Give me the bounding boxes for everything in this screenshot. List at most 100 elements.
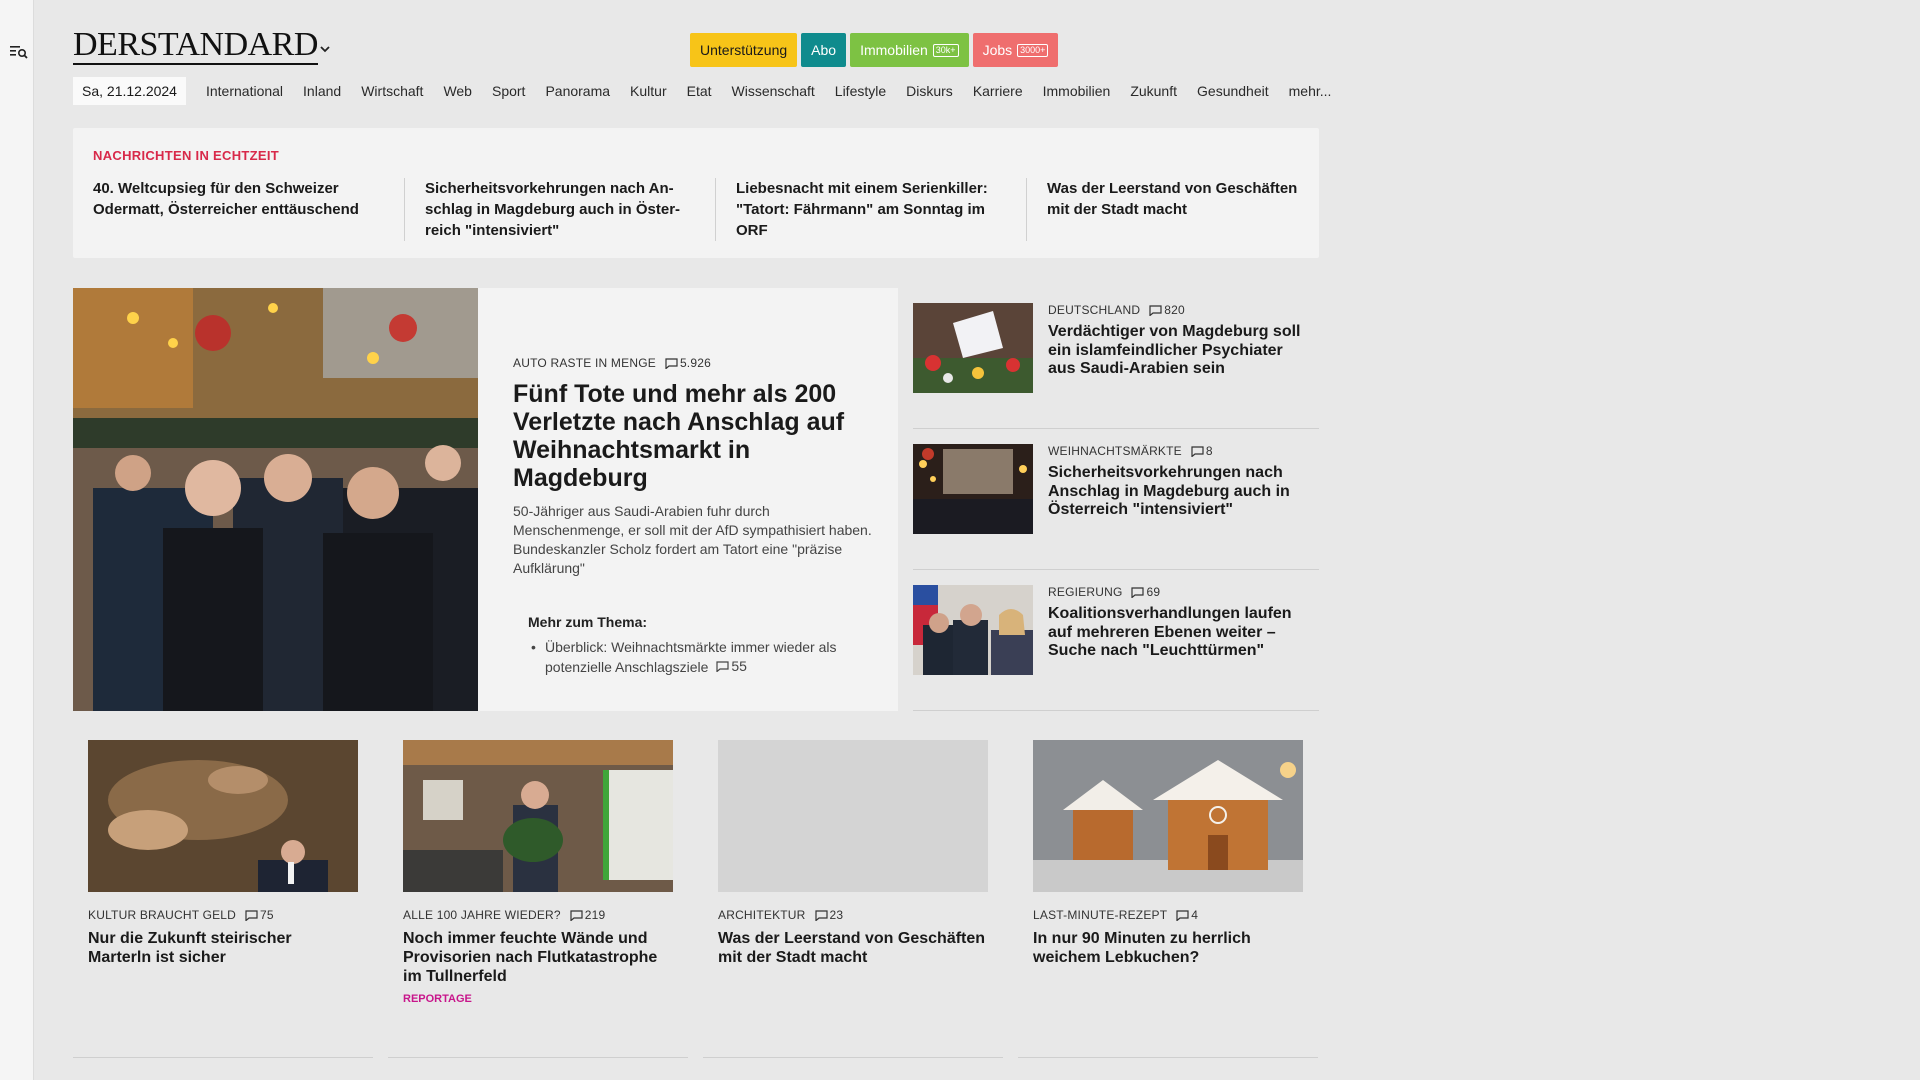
side-rail	[0, 0, 34, 1080]
comment-icon	[1131, 586, 1145, 598]
card-kicker: ARCHITEKTUR 23	[718, 908, 988, 922]
card-image[interactable]	[1033, 740, 1303, 892]
main-nav: Sa, 21.12.2024 International Inland Wirt…	[73, 77, 1341, 105]
nav-item-sport[interactable]: Sport	[482, 83, 535, 99]
card-kicker-text: ALLE 100 JAHRE WIEDER?	[403, 908, 561, 922]
ticker-item[interactable]: 40. Weltcupsieg für den Schweizer Oderma…	[93, 178, 404, 241]
comment-icon	[665, 357, 678, 369]
support-button[interactable]: Unterstützung	[690, 33, 798, 67]
side-story: DEUTSCHLAND 820 Verdächtiger von Magdebu…	[913, 288, 1319, 429]
lead-comment-count[interactable]: 5.926	[665, 356, 711, 370]
abo-button[interactable]: Abo	[801, 33, 847, 67]
comment-icon	[1149, 304, 1162, 316]
card-comment-count[interactable]: 4	[1176, 908, 1198, 922]
card-comment-count[interactable]: 75	[245, 908, 274, 922]
menu-search-icon[interactable]	[9, 43, 29, 61]
nav-item-web[interactable]: Web	[433, 83, 482, 99]
nav-item-diskurs[interactable]: Diskurs	[896, 83, 963, 99]
card-headline[interactable]: In nur 90 Minuten zu herrlich weichem Le…	[1033, 929, 1303, 967]
card-headline[interactable]: Noch immer feuchte Wände und Provisorien…	[403, 929, 673, 986]
jobs-label: Jobs	[982, 42, 1013, 58]
comment-count: 8	[1205, 444, 1213, 458]
side-comment-count[interactable]: 8	[1191, 444, 1213, 458]
nav-item-zukunft[interactable]: Zukunft	[1120, 83, 1187, 99]
ticker-item[interactable]: Liebesnacht mit einem Serienkiller: "Tat…	[715, 178, 1026, 241]
side-story-image[interactable]	[913, 303, 1033, 393]
comment-count: 4	[1191, 908, 1199, 922]
card-kicker-text: LAST-MINUTE-REZEPT	[1033, 908, 1168, 922]
nav-item-kultur[interactable]: Kultur	[620, 83, 677, 99]
side-headline[interactable]: Verdächtiger von Magdeburg soll ein isla…	[1048, 323, 1313, 379]
ticker-item[interactable]: Was der Leerstand von Geschäften mit der…	[1026, 178, 1337, 241]
nav-item-karriere[interactable]: Karriere	[963, 83, 1033, 99]
related-comment-count[interactable]: 55	[716, 657, 747, 676]
immobilien-button[interactable]: Immobilien 30k+	[850, 33, 969, 67]
comment-count: 75	[260, 908, 274, 922]
side-kicker: DEUTSCHLAND 820	[1048, 303, 1313, 317]
side-comment-count[interactable]: 820	[1149, 303, 1185, 317]
side-story: WEIHNACHTSMÄRKTE 8 Sicherheitsvorkehrung…	[913, 429, 1319, 570]
lead-image[interactable]	[73, 288, 478, 711]
nav-item-lifestyle[interactable]: Lifestyle	[825, 83, 896, 99]
nav-item-wissenschaft[interactable]: Wissenschaft	[722, 83, 825, 99]
divider	[73, 1057, 373, 1058]
divider	[703, 1057, 1003, 1058]
nav-date: Sa, 21.12.2024	[73, 77, 186, 105]
side-stories: DEUTSCHLAND 820 Verdächtiger von Magdebu…	[913, 288, 1319, 711]
card-comment-count[interactable]: 219	[570, 908, 606, 922]
side-headline[interactable]: Sicherheitsvorkehrungen nach Anschlag in…	[1048, 464, 1313, 520]
side-story-image[interactable]	[913, 444, 1033, 534]
comment-count: 5.926	[679, 356, 711, 370]
story-card: ALLE 100 JAHRE WIEDER? 219 Noch immer fe…	[403, 740, 673, 1005]
card-image[interactable]	[88, 740, 358, 892]
nav-item-wirtschaft[interactable]: Wirtschaft	[351, 83, 433, 99]
card-kicker: KULTUR BRAUCHT GELD 75	[88, 908, 358, 922]
card-kicker: LAST-MINUTE-REZEPT 4	[1033, 908, 1303, 922]
reportage-tag: REPORTAGE	[403, 993, 472, 1005]
card-image-placeholder[interactable]	[718, 740, 988, 892]
related-link-text: Überblick: Weihnachtsmärkte immer wieder…	[545, 639, 837, 675]
card-kicker-text: ARCHITEKTUR	[718, 908, 806, 922]
card-comment-count[interactable]: 23	[814, 908, 844, 922]
comment-count: 820	[1164, 303, 1185, 317]
lead-teaser: 50-Jähriger aus Saudi-Arabien fuhr durch…	[513, 503, 872, 576]
nav-item-international[interactable]: International	[196, 83, 293, 99]
nav-item-more[interactable]: mehr...	[1279, 83, 1342, 99]
chevron-down-icon[interactable]	[318, 44, 332, 54]
card-image[interactable]	[403, 740, 673, 892]
site-logo[interactable]: DERSTANDARD	[73, 28, 318, 65]
divider	[388, 1057, 688, 1058]
story-card: ARCHITEKTUR 23 Was der Leerstand von Ges…	[718, 740, 988, 1005]
jobs-badge: 3000+	[1017, 43, 1049, 57]
side-comment-count[interactable]: 69	[1131, 585, 1160, 599]
comment-icon	[1176, 909, 1189, 921]
side-story-image[interactable]	[913, 585, 1033, 675]
card-kicker: ALLE 100 JAHRE WIEDER? 219	[403, 908, 673, 922]
ticker-label: NACHRICHTEN IN ECHTZEIT	[93, 148, 280, 163]
nav-item-panorama[interactable]: Panorama	[535, 83, 620, 99]
comment-icon	[245, 909, 258, 921]
comment-icon	[1191, 445, 1204, 457]
immobilien-badge: 30k+	[932, 43, 959, 57]
story-card: LAST-MINUTE-REZEPT 4 In nur 90 Minuten z…	[1033, 740, 1303, 1005]
ticker-item[interactable]: Sicherheitsvorkehrungen nach An­schlag i…	[404, 178, 715, 241]
lead-headline[interactable]: Fünf Tote und mehr als 200 Verletzte nac…	[513, 380, 873, 492]
jobs-button[interactable]: Jobs 3000+	[972, 33, 1059, 67]
nav-item-etat[interactable]: Etat	[677, 83, 722, 99]
card-headline[interactable]: Was der Leerstand von Geschäften mit der…	[718, 929, 988, 967]
related-link[interactable]: Überblick: Weihnachtsmärkte immer wieder…	[531, 638, 873, 677]
side-kicker: WEIHNACHTSMÄRKTE 8	[1048, 444, 1313, 458]
story-grid: KULTUR BRAUCHT GELD 75 Nur die Zukunft s…	[88, 740, 1303, 1005]
nav-item-immobilien[interactable]: Immobilien	[1033, 83, 1121, 99]
comment-icon	[814, 909, 828, 921]
card-headline[interactable]: Nur die Zukunft steirischer Marterln ist…	[88, 929, 358, 967]
side-headline[interactable]: Koalitionsverhandlungen laufen auf mehre…	[1048, 605, 1313, 661]
lead-story: AUTO RASTE IN MENGE 5.926 Fünf Tote und …	[73, 288, 898, 711]
comment-count: 219	[584, 908, 606, 922]
nav-item-gesundheit[interactable]: Gesundheit	[1187, 83, 1279, 99]
side-kicker: REGIERUNG 69	[1048, 585, 1313, 599]
comment-count: 55	[731, 658, 747, 674]
top-buttons: Unterstützung Abo Immobilien 30k+ Jobs 3…	[690, 33, 1059, 67]
live-ticker: NACHRICHTEN IN ECHTZEIT 40. Weltcupsieg …	[73, 128, 1319, 258]
nav-item-inland[interactable]: Inland	[293, 83, 351, 99]
